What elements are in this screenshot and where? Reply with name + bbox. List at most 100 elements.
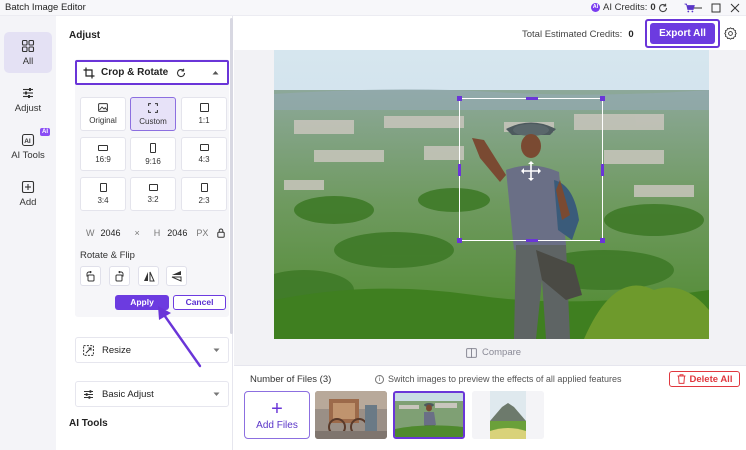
panel-title: Adjust xyxy=(69,30,101,41)
cart-photo-thumbnail xyxy=(315,391,387,439)
width-input[interactable]: 2046 xyxy=(101,228,121,238)
ratio-4-3-button[interactable]: 4:3 xyxy=(181,137,227,171)
crop-handle-left[interactable] xyxy=(458,164,461,176)
svg-text:AI: AI xyxy=(24,138,31,145)
compare-label: Compare xyxy=(482,347,522,358)
ai-credits-icon: AI xyxy=(591,3,600,12)
ratio-shape-icon xyxy=(150,142,156,153)
ai-badge: AI xyxy=(40,128,50,136)
crop-handle-top-right[interactable] xyxy=(600,96,605,101)
annotation-arrow xyxy=(158,306,202,368)
lock-icon[interactable] xyxy=(217,228,226,238)
chevron-down-icon xyxy=(213,348,220,352)
close-icon[interactable] xyxy=(729,2,741,14)
preview-hint-text: Switch images to preview the effects of … xyxy=(388,374,622,384)
nav-item-label: Adjust xyxy=(14,102,42,114)
height-label: H xyxy=(153,228,161,238)
title-bar: Batch Image Editor AI AI Credits: 0 xyxy=(0,0,746,16)
nav-item-label: AI Tools xyxy=(11,149,45,161)
reset-icon[interactable] xyxy=(176,68,186,78)
flip-horizontal-icon xyxy=(143,271,155,281)
minimize-icon[interactable] xyxy=(692,2,704,14)
ratio-shape-icon xyxy=(99,183,107,192)
ratio-2-3-button[interactable]: 2:3 xyxy=(181,177,227,211)
crop-handle-bottom-left[interactable] xyxy=(457,238,462,243)
nav-item-label: All xyxy=(22,55,34,67)
ratio-custom-button[interactable]: Custom xyxy=(130,97,176,131)
panel-scrollbar[interactable] xyxy=(230,18,233,334)
ratio-shape-icon xyxy=(148,184,158,191)
sliders-icon xyxy=(84,389,93,399)
ai-credits-value: 0 xyxy=(650,2,656,13)
trash-icon xyxy=(677,374,686,384)
resize-label: Resize xyxy=(102,344,132,356)
width-label: W xyxy=(86,228,95,238)
plus-square-icon xyxy=(21,180,35,193)
crop-handle-top-left[interactable] xyxy=(457,96,462,101)
crop-handle-right[interactable] xyxy=(601,164,604,176)
flip-horizontal-button[interactable] xyxy=(138,266,159,286)
times-sign: × xyxy=(134,228,140,238)
compare-button[interactable]: Compare xyxy=(466,347,521,358)
nav-item-ai-tools[interactable]: AI AI Tools AI xyxy=(4,126,52,167)
file-thumbnail-selected[interactable] xyxy=(393,391,465,439)
plus-icon: + xyxy=(271,397,283,420)
add-files-button[interactable]: + Add Files xyxy=(244,391,310,439)
crop-handle-bottom-right[interactable] xyxy=(600,238,605,243)
compare-icon xyxy=(466,347,477,358)
nav-item-all[interactable]: All xyxy=(4,32,52,73)
crop-rotate-header[interactable]: Crop & Rotate xyxy=(75,60,229,85)
dimension-row: W 2046 × H 2046 PX xyxy=(80,225,226,241)
file-thumbnail[interactable] xyxy=(472,391,544,439)
info-icon: i xyxy=(375,374,384,384)
basic-adjust-section-header[interactable]: Basic Adjust xyxy=(75,381,229,407)
crop-rotate-label: Crop & Rotate xyxy=(101,67,169,78)
ratio-shape-icon xyxy=(199,144,209,151)
files-count: Number of Files (3) xyxy=(250,374,332,385)
height-input[interactable]: 2046 xyxy=(167,228,187,238)
chevron-up-icon[interactable] xyxy=(212,70,219,75)
rotate-flip-label: Rotate & Flip xyxy=(80,250,135,261)
rotate-right-button[interactable] xyxy=(109,266,130,286)
maximize-icon[interactable] xyxy=(710,2,722,14)
flip-vertical-icon xyxy=(171,271,182,282)
nav-item-label: Add xyxy=(19,196,37,208)
estimated-credits: Total Estimated Credits: 0 xyxy=(522,29,634,40)
ai-icon: AI xyxy=(21,133,35,146)
rotate-right-icon xyxy=(115,270,124,281)
ratio-3-2-button[interactable]: 3:2 xyxy=(130,177,176,211)
export-all-button[interactable]: Export All xyxy=(650,23,715,44)
nav-item-add[interactable]: Add xyxy=(4,173,52,214)
estimated-credits-value: 0 xyxy=(628,29,634,40)
crop-handle-top[interactable] xyxy=(526,97,538,100)
ratio-16-9-button[interactable]: 16:9 xyxy=(80,137,126,171)
ratio-shape-icon xyxy=(199,103,209,112)
add-files-label: Add Files xyxy=(256,419,298,431)
preview-hint: i Switch images to preview the effects o… xyxy=(375,374,621,384)
rotate-left-icon xyxy=(86,270,95,281)
ai-credits-label: AI Credits: xyxy=(603,2,648,13)
ratio-shape-icon xyxy=(200,183,208,192)
ratio-shape-icon xyxy=(98,144,108,151)
chevron-down-icon xyxy=(213,392,220,396)
grid-icon xyxy=(21,39,35,52)
image-icon xyxy=(98,103,108,112)
rotate-left-button[interactable] xyxy=(80,266,101,286)
nav-item-adjust[interactable]: Adjust xyxy=(4,79,52,120)
refresh-icon[interactable] xyxy=(657,2,669,14)
ratio-3-4-button[interactable]: 3:4 xyxy=(80,177,126,211)
file-thumbnail[interactable] xyxy=(315,391,387,439)
crop-handle-bottom[interactable] xyxy=(526,239,538,242)
unit-label: PX xyxy=(196,228,209,238)
delete-all-button[interactable]: Delete All xyxy=(669,371,740,387)
settings-icon[interactable] xyxy=(724,27,737,40)
ai-tools-heading: AI Tools xyxy=(69,418,108,429)
ratio-9-16-button[interactable]: 9:16 xyxy=(130,137,176,171)
sliders-icon xyxy=(23,87,33,98)
flip-vertical-button[interactable] xyxy=(166,266,187,286)
resize-icon xyxy=(83,344,94,356)
move-icon[interactable] xyxy=(520,160,542,182)
ratio-original-button[interactable]: Original xyxy=(80,97,126,131)
mountain-photo-thumbnail xyxy=(472,391,544,439)
ratio-1-1-button[interactable]: 1:1 xyxy=(181,97,227,131)
